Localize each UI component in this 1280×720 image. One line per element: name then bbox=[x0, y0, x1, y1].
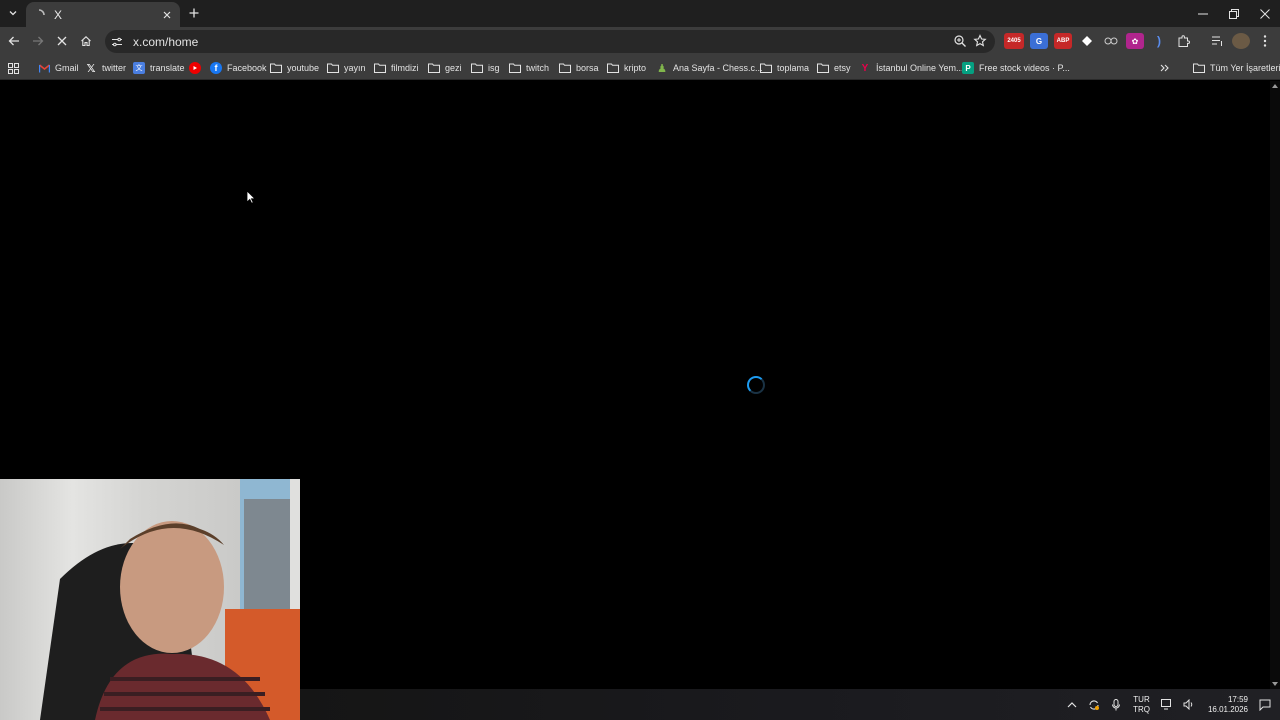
microphone-icon[interactable] bbox=[1107, 696, 1125, 714]
bookmarks-bar: Gmail 𝕏twitter 文 translate f Facebook yout… bbox=[0, 56, 1280, 80]
more-bookmarks-button[interactable] bbox=[1160, 60, 1170, 76]
folder-icon bbox=[509, 62, 521, 74]
close-window-button[interactable] bbox=[1249, 0, 1280, 27]
home-button[interactable] bbox=[78, 33, 94, 49]
folder-icon bbox=[270, 62, 282, 74]
forward-button[interactable] bbox=[30, 33, 46, 49]
chevron-down-icon bbox=[9, 11, 17, 16]
folder-icon bbox=[327, 62, 339, 74]
bookmark-folder-yayin[interactable]: yayın bbox=[327, 60, 366, 76]
minimize-button[interactable] bbox=[1187, 0, 1218, 27]
bookmark-folder-etsy[interactable]: etsy bbox=[817, 60, 851, 76]
media-control-icon[interactable] bbox=[1208, 33, 1226, 49]
bookmark-pexels[interactable]: P Free stock videos · P... bbox=[962, 60, 1070, 76]
bookmark-folder-youtube[interactable]: youtube bbox=[270, 60, 319, 76]
bookmark-folder-twitch[interactable]: twitch bbox=[509, 60, 549, 76]
yemeksepeti-icon: Y bbox=[861, 62, 869, 74]
chevron-up-icon[interactable] bbox=[1063, 696, 1081, 714]
scroll-up-arrow-icon[interactable] bbox=[1272, 83, 1278, 88]
gmail-icon bbox=[38, 62, 50, 74]
pexels-icon: P bbox=[962, 62, 974, 74]
voice-extension-icon[interactable]: ) bbox=[1150, 33, 1168, 49]
bookmark-yemeksepeti[interactable]: Y İstanbul Online Yem... bbox=[859, 60, 964, 76]
arrow-left-icon bbox=[8, 36, 19, 46]
bookmark-folder-filmdizi[interactable]: filmdizi bbox=[374, 60, 419, 76]
scroll-down-arrow-icon[interactable] bbox=[1272, 682, 1278, 687]
x-icon: 𝕏 bbox=[86, 62, 96, 75]
restore-icon bbox=[1228, 8, 1239, 19]
sync-icon[interactable] bbox=[1085, 696, 1103, 714]
tab-title: X bbox=[54, 7, 63, 22]
folder-icon bbox=[607, 62, 619, 74]
bookmark-gmail[interactable]: Gmail bbox=[38, 60, 79, 76]
arrow-right-icon bbox=[33, 36, 44, 46]
youtube-icon bbox=[189, 62, 201, 74]
page-scrollbar[interactable] bbox=[1270, 81, 1280, 689]
diamond-extension-icon[interactable] bbox=[1078, 33, 1096, 49]
apps-grid-icon[interactable] bbox=[8, 60, 19, 76]
bookmark-translate[interactable]: 文 translate bbox=[133, 60, 185, 76]
mouse-cursor-icon bbox=[246, 190, 256, 204]
folder-icon bbox=[1193, 62, 1205, 74]
minimize-icon bbox=[1197, 13, 1208, 14]
bookmark-chess[interactable]: ♟ Ana Sayfa - Chess.c... bbox=[656, 60, 762, 76]
extension-badge-icon[interactable]: 2405 bbox=[1004, 33, 1024, 49]
close-icon bbox=[57, 36, 67, 46]
home-icon bbox=[81, 36, 91, 47]
folder-icon bbox=[428, 62, 440, 74]
glasses-extension-icon[interactable] bbox=[1102, 33, 1120, 49]
url-text[interactable]: x.com/home bbox=[133, 35, 198, 49]
facebook-icon: f bbox=[210, 62, 222, 74]
all-bookmarks-folder[interactable]: Tüm Yer İşaretleri bbox=[1193, 60, 1280, 76]
browser-toolbar: x.com/home 2405 G ABP ✿ ) bbox=[0, 27, 1280, 56]
zoom-icon[interactable] bbox=[953, 34, 967, 53]
back-button[interactable] bbox=[6, 33, 22, 49]
loading-spinner-icon bbox=[747, 376, 765, 394]
site-settings-icon[interactable] bbox=[110, 35, 124, 49]
bookmark-twitter[interactable]: 𝕏twitter bbox=[85, 60, 126, 76]
network-icon[interactable] bbox=[1158, 696, 1176, 714]
input-language[interactable]: TUR TRQ bbox=[1133, 695, 1150, 715]
restore-button[interactable] bbox=[1218, 0, 1249, 27]
bookmark-folder-borsa[interactable]: borsa bbox=[559, 60, 599, 76]
folder-icon bbox=[471, 62, 483, 74]
bookmark-folder-kripto[interactable]: kripto bbox=[607, 60, 646, 76]
chess-icon: ♟ bbox=[657, 62, 667, 75]
close-tab-icon[interactable] bbox=[160, 8, 174, 22]
double-chevron-right-icon bbox=[1160, 64, 1169, 72]
tab-x[interactable]: X bbox=[26, 2, 180, 27]
volume-icon[interactable] bbox=[1180, 696, 1198, 714]
tab-strip: X bbox=[0, 0, 1280, 27]
loading-favicon-icon bbox=[32, 8, 46, 22]
adblock-extension-icon[interactable]: ABP bbox=[1054, 33, 1072, 49]
bookmark-folder-gezi[interactable]: gezi bbox=[428, 60, 462, 76]
tab-search-button[interactable] bbox=[4, 4, 22, 22]
folder-icon bbox=[374, 62, 386, 74]
system-tray: TUR TRQ 17:59 16.01.2026 bbox=[1061, 689, 1280, 720]
extensions-puzzle-icon[interactable] bbox=[1174, 33, 1192, 49]
stop-loading-button[interactable] bbox=[54, 33, 70, 49]
folder-icon bbox=[817, 62, 829, 74]
bookmark-folder-toplama[interactable]: toplama bbox=[760, 60, 809, 76]
profile-avatar[interactable] bbox=[1232, 33, 1250, 49]
bookmark-facebook[interactable]: f Facebook bbox=[210, 60, 267, 76]
translate-icon: 文 bbox=[133, 62, 145, 74]
bookmark-folder-isg[interactable]: isg bbox=[471, 60, 500, 76]
bookmark-youtube-icon-only[interactable] bbox=[189, 60, 206, 76]
webcam-overlay bbox=[0, 479, 300, 720]
close-icon bbox=[1259, 8, 1270, 19]
folder-icon bbox=[559, 62, 571, 74]
address-bar[interactable]: x.com/home bbox=[105, 30, 995, 53]
menu-kebab-icon[interactable] bbox=[1256, 33, 1274, 49]
bookmark-star-icon[interactable] bbox=[973, 34, 987, 53]
taskbar: TUR TRQ 17:59 16.01.2026 bbox=[300, 689, 1280, 720]
clock[interactable]: 17:59 16.01.2026 bbox=[1208, 695, 1248, 715]
folder-icon bbox=[760, 62, 772, 74]
new-tab-button[interactable] bbox=[186, 5, 202, 21]
purple-extension-icon[interactable]: ✿ bbox=[1126, 33, 1144, 49]
plus-icon bbox=[189, 8, 199, 18]
notification-icon[interactable] bbox=[1256, 696, 1274, 714]
translate-extension-icon[interactable]: G bbox=[1030, 33, 1048, 49]
